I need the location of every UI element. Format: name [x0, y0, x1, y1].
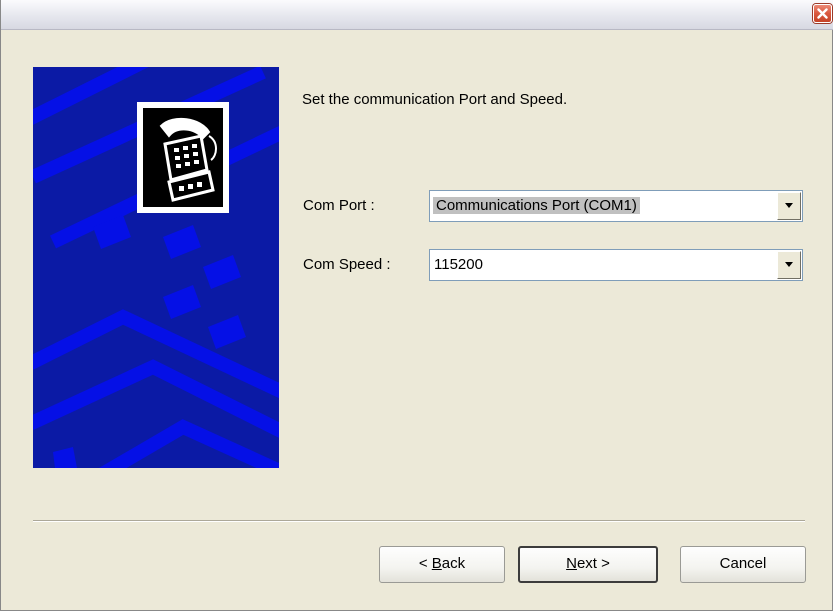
separator-line: [33, 520, 805, 522]
close-icon: [817, 8, 828, 19]
next-mnemonic: N: [566, 555, 577, 572]
com-speed-value: 115200: [434, 256, 483, 273]
com-port-label: Com Port :: [303, 197, 375, 214]
com-speed-select[interactable]: 115200: [429, 249, 803, 281]
chevron-down-icon: [785, 262, 793, 267]
com-port-value: Communications Port (COM1): [433, 197, 640, 214]
com-speed-label: Com Speed :: [303, 256, 391, 273]
back-mnemonic: B: [431, 555, 442, 572]
back-prefix: <: [418, 555, 432, 572]
chevron-down-icon: [785, 203, 793, 208]
close-button[interactable]: [813, 4, 832, 23]
com-speed-dropdown-button[interactable]: [777, 251, 801, 279]
telephone-icon: [143, 108, 223, 207]
next-button[interactable]: Next >: [518, 546, 658, 583]
wizard-window: Set the communication Port and Speed. Co…: [0, 0, 833, 611]
telephone-icon-frame: [137, 102, 229, 213]
com-port-select[interactable]: Communications Port (COM1): [429, 190, 803, 222]
back-rest: ack: [441, 555, 466, 572]
instruction-text: Set the communication Port and Speed.: [302, 91, 568, 108]
cancel-button[interactable]: Cancel: [680, 546, 806, 583]
next-rest: ext >: [576, 555, 610, 572]
com-port-dropdown-button[interactable]: [777, 192, 801, 220]
back-button[interactable]: < Back: [379, 546, 505, 583]
title-bar: [1, 0, 833, 30]
wizard-banner-image: [33, 67, 279, 468]
